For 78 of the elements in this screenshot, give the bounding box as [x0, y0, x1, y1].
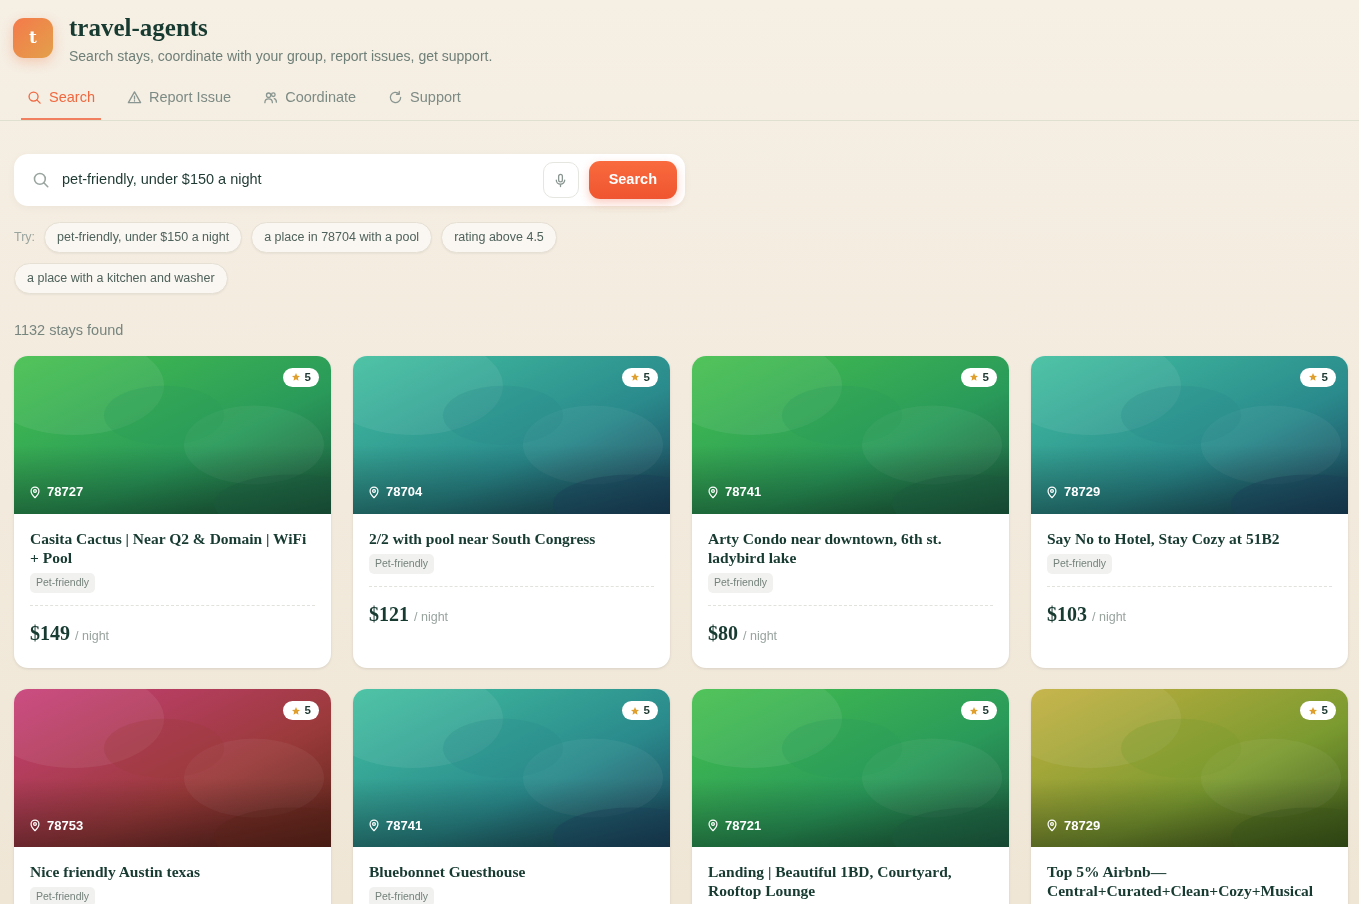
listing-title: 2/2 with pool near South Congress [369, 528, 597, 548]
star-icon [968, 372, 979, 383]
rating-value: 5 [304, 703, 311, 718]
warning-icon [126, 89, 142, 105]
suggestion-chip[interactable]: rating above 4.5 [441, 222, 557, 253]
location-pin-icon [1045, 818, 1059, 833]
location-pin-icon [1045, 484, 1059, 499]
price: $149 [30, 621, 70, 646]
star-icon [629, 705, 640, 716]
listing-card[interactable]: 5 78721 Landing | Beautiful 1BD, Courtyard, Rooftop Lounge [692, 689, 1009, 904]
rating-value: 5 [643, 369, 650, 385]
rating-value: 5 [1321, 703, 1328, 718]
star-icon [1307, 372, 1318, 383]
microphone-button[interactable] [542, 162, 579, 199]
zip-code: 78753 [47, 816, 84, 835]
price-unit: / night [75, 628, 110, 645]
listing-title: Nice friendly Austin texas [30, 862, 202, 882]
star-icon [1307, 705, 1318, 716]
price: $103 [1047, 601, 1087, 627]
price: $80 [708, 621, 738, 646]
listing-card[interactable]: 5 78741 Bluebonnet Guesthouse Pet-friendly [353, 689, 670, 904]
location-pin-icon [367, 818, 381, 833]
location-pin-icon [706, 484, 720, 499]
search-icon [32, 171, 50, 190]
listing-card[interactable]: 5 78753 Nice friendly Austin texas Pet-friendly [14, 689, 331, 904]
listing-card[interactable]: 5 78729 Top 5% Airbnb—Central+Curated+Clean+Cozy+Musical [1031, 689, 1348, 904]
listing-card[interactable]: 5 78729 Say No to Hotel, Stay Cozy at 51B2 Pet-friendly $103 / night [1031, 355, 1348, 668]
pet-friendly-tag: Pet-friendly [369, 887, 435, 904]
search-bar[interactable]: pet-friendly, under $150 a night Search [14, 154, 685, 207]
price-unit: / night [1092, 608, 1127, 626]
zip-code: 78729 [1064, 483, 1101, 501]
listing-title: Say No to Hotel, Stay Cozy at 51B2 [1047, 528, 1281, 548]
listing-title: Arty Condo near downtown, 6th st. ladybird lake [708, 528, 943, 568]
star-icon [968, 705, 979, 716]
rating-value: 5 [643, 703, 650, 718]
search-icon [27, 89, 42, 105]
rating-value: 5 [1321, 369, 1328, 385]
refresh-icon [388, 89, 404, 105]
app-title: travel-agents [69, 14, 209, 42]
pet-friendly-tag: Pet-friendly [708, 573, 774, 593]
pet-friendly-tag: Pet-friendly [30, 573, 96, 593]
star-icon [290, 705, 301, 716]
pet-friendly-tag: Pet-friendly [1047, 553, 1113, 574]
zip-code: 78704 [386, 483, 423, 501]
price: $121 [369, 601, 409, 627]
location-pin-icon [28, 484, 42, 499]
suggestion-chip[interactable]: pet-friendly, under $150 a night [44, 222, 243, 253]
listing-card[interactable]: 5 78704 2/2 with pool near South Congress Pet-friendly $121 / night [353, 355, 670, 668]
zip-code: 78721 [725, 816, 762, 835]
rating-value: 5 [982, 703, 989, 718]
rating-value: 5 [982, 369, 989, 385]
pet-friendly-tag: Pet-friendly [369, 553, 435, 574]
listing-title: Landing | Beautiful 1BD, Courtyard, Rooftop Lounge [708, 862, 953, 901]
zip-code: 78727 [47, 483, 84, 501]
zip-code: 78741 [386, 816, 423, 835]
app-subtitle: Search stays, coordinate with your group, report issues, get support. [69, 46, 493, 66]
listing-card[interactable]: 5 78741 Arty Condo near downtown, 6th st. ladybird lake Pet-friendly $80 / night [692, 355, 1009, 668]
logo: t [13, 18, 53, 58]
zip-code: 78729 [1064, 816, 1101, 835]
listing-title: Casita Cactus | Near Q2 & Domain | WiFi + Pool [30, 528, 308, 568]
listing-card[interactable]: 5 78727 Casita Cactus | Near Q2 & Domain | WiFi + Pool Pet-friendly $149 / night [14, 355, 331, 668]
people-icon [263, 89, 279, 105]
price-unit: / night [414, 608, 449, 626]
result-count: 1132 stays found [14, 320, 125, 340]
price-unit: / night [743, 628, 778, 645]
suggestion-chip[interactable]: a place with a kitchen and washer [14, 263, 228, 294]
pet-friendly-tag: Pet-friendly [30, 887, 96, 904]
location-pin-icon [367, 484, 381, 499]
location-pin-icon [28, 818, 42, 833]
listing-title: Top 5% Airbnb—Central+Curated+Clean+Cozy+Musical [1047, 862, 1315, 901]
star-icon [290, 372, 301, 383]
listing-title: Bluebonnet Guesthouse [369, 862, 527, 882]
location-pin-icon [706, 818, 720, 833]
rating-value: 5 [304, 369, 311, 385]
zip-code: 78741 [725, 483, 762, 501]
try-label: Try: [14, 229, 36, 247]
star-icon [629, 372, 640, 383]
suggestion-chip[interactable]: a place in 78704 with a pool [251, 222, 433, 253]
